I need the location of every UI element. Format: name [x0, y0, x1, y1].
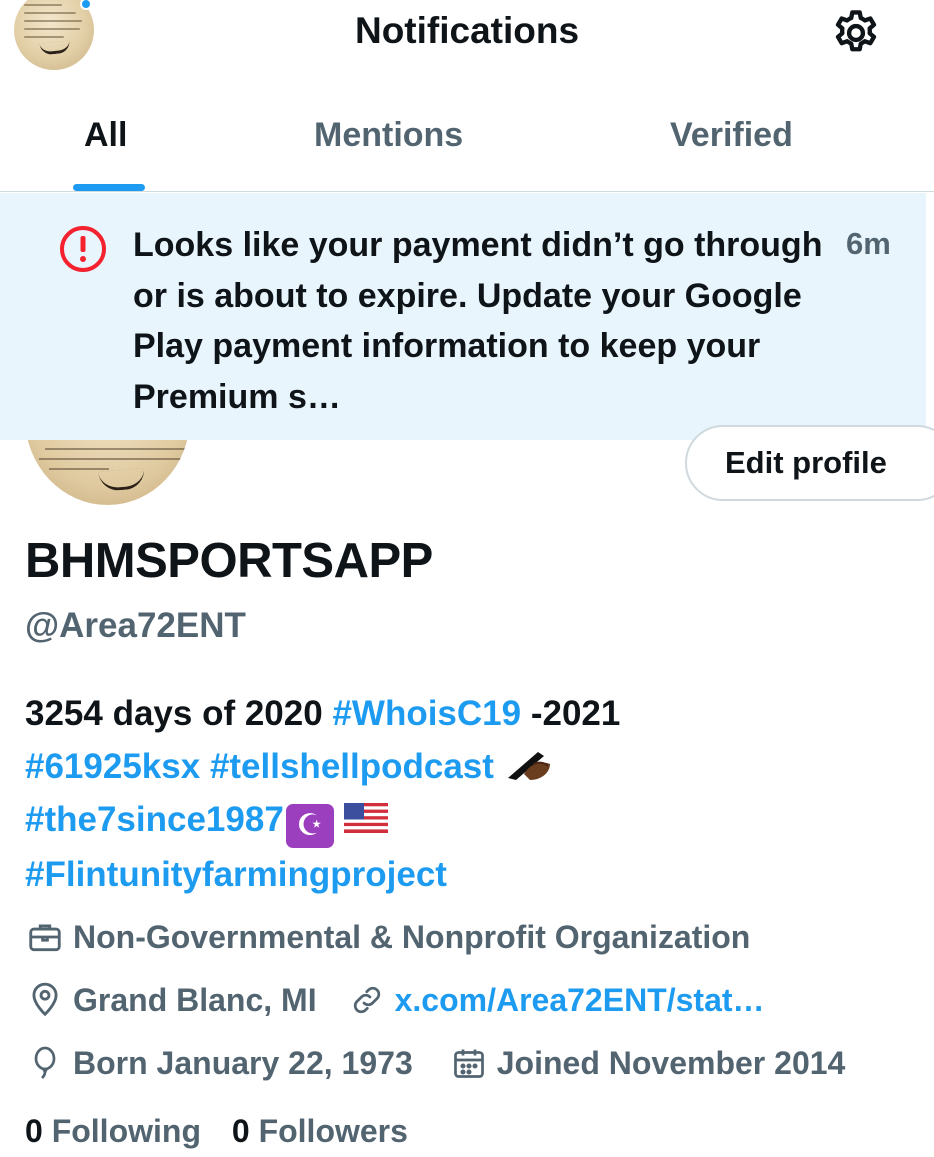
followers-label: Followers — [258, 1113, 408, 1149]
star-crescent-emoji-icon: ☪ — [285, 804, 334, 848]
bio-line-2: #61925ksx #tellshellpodcast — [25, 740, 905, 793]
bio-text: -2021 — [530, 694, 621, 733]
location-text: Grand Blanc, MI — [73, 981, 317, 1018]
bio-line-4: #Flintunityfarmingproject — [25, 848, 905, 901]
follow-stats: 0 Following 0 Followers — [25, 1113, 408, 1150]
unread-dot — [80, 0, 92, 10]
tab-mentions[interactable]: Mentions — [314, 116, 463, 155]
hashtag-link[interactable]: #61925ksx — [25, 747, 200, 786]
page-title: Notifications — [354, 10, 580, 51]
bio-line-1: 3254 days of 2020 #WhoisC19 -2021 — [25, 687, 905, 740]
hashtag-link[interactable]: #the7since1987 — [25, 800, 284, 839]
notification-timestamp: 6m — [846, 226, 891, 261]
bio-line-3: #the7since1987 ☪ — [25, 793, 905, 848]
following-label: Following — [51, 1113, 201, 1149]
us-flag-emoji-icon — [343, 795, 388, 833]
website-link[interactable]: x.com/Area72ENT/stat… — [395, 982, 765, 1019]
location-pin-icon — [25, 980, 65, 1020]
category-text: Non-Governmental & Nonprofit Organizatio… — [73, 918, 751, 955]
notification-tabs: All Mentions Verified — [0, 100, 934, 192]
alert-circle-icon — [58, 224, 108, 274]
following-link[interactable]: 0 Following — [25, 1113, 210, 1149]
followers-link[interactable]: 0 Followers — [232, 1113, 408, 1149]
following-count: 0 — [25, 1113, 43, 1149]
profile-handle: @Area72ENT — [25, 606, 246, 645]
joined-date-text: Joined November 2014 — [496, 1044, 846, 1081]
tab-all[interactable]: All — [84, 116, 127, 155]
profile-category: Non-Governmental & Nonprofit Organizatio… — [25, 917, 750, 957]
briefcase-icon — [25, 917, 65, 957]
balloon-icon — [25, 1043, 65, 1083]
birthdate-text: Born January 22, 1973 — [73, 1044, 413, 1081]
profile-bio: 3254 days of 2020 #WhoisC19 -2021 #61925… — [25, 687, 905, 901]
profile-display-name: BHMSPORTSAPP — [25, 534, 433, 588]
calendar-icon — [449, 1043, 489, 1083]
bio-text: 3254 days of 2020 — [25, 694, 323, 733]
active-tab-indicator — [73, 184, 145, 191]
writing-hand-emoji-icon — [504, 744, 554, 784]
hashtag-link[interactable]: #tellshellpodcast — [210, 747, 494, 786]
hashtag-link[interactable]: #Flintunityfarmingproject — [25, 855, 447, 894]
profile-location-website: Grand Blanc, MI x.com/Area72ENT/stat… — [25, 980, 765, 1020]
edit-profile-button[interactable]: Edit profile — [685, 425, 934, 501]
hashtag-link[interactable]: #WhoisC19 — [332, 694, 521, 733]
notification-message: Looks like your payment didn’t go throug… — [133, 226, 823, 416]
tab-verified[interactable]: Verified — [670, 116, 793, 155]
settings-gear-icon[interactable] — [828, 6, 884, 60]
link-icon — [347, 980, 387, 1020]
followers-count: 0 — [231, 1113, 250, 1149]
notifications-header: Notifications All Mentions Verified — [0, 0, 934, 192]
profile-dates: Born January 22, 1973 Joined November 20… — [25, 1043, 845, 1083]
